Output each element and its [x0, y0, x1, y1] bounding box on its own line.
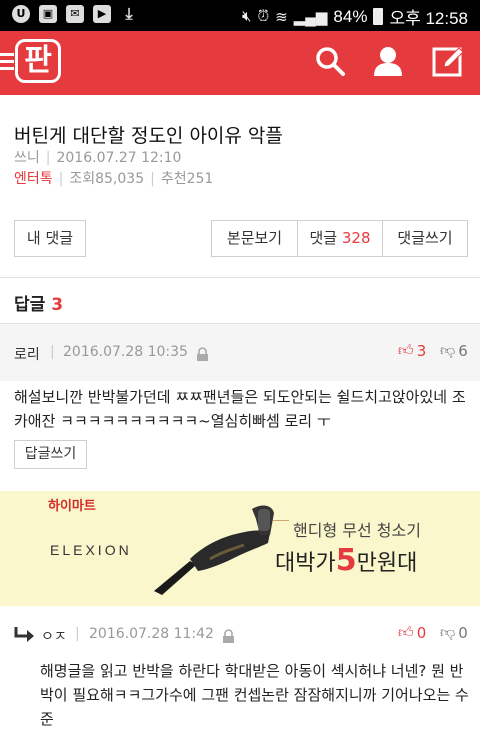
- lock-icon[interactable]: [196, 347, 209, 362]
- comments-button[interactable]: 댓글 328: [297, 221, 382, 256]
- ad-headline-pre: 대박가: [275, 551, 336, 576]
- post-recommend: 추천251: [160, 171, 214, 187]
- upvote-count: 3: [416, 341, 427, 360]
- thumbs-up-icon: 👍︎: [398, 623, 414, 641]
- meta-separator: |: [75, 626, 80, 642]
- post-meta: 쓰니 | 2016.07.27 12:10: [14, 150, 182, 166]
- post-views: 조회85,035: [69, 171, 145, 187]
- post-title: 버틴게 대단할 정도인 아이유 악플: [14, 125, 283, 147]
- write-icon[interactable]: [432, 45, 464, 77]
- ad-brand: 하이마트: [48, 499, 96, 514]
- post-action-group: 본문보기 댓글 328 댓글쓰기: [211, 220, 468, 257]
- upvote-count: 0: [416, 623, 427, 642]
- ad-product-name: ELEXION: [50, 542, 132, 558]
- pann-logo[interactable]: 판: [15, 39, 61, 83]
- upvote-button[interactable]: 👍︎ 3: [398, 341, 426, 360]
- ad-headline: 대박가5만원대: [275, 543, 417, 578]
- image-icon: ▣: [39, 5, 57, 23]
- post-author[interactable]: 쓰니: [14, 150, 40, 166]
- ad-subtitle: 핸디형 무선 청소기: [289, 517, 425, 541]
- comment-date: 2016.07.28 11:42: [89, 626, 214, 642]
- search-icon[interactable]: [314, 45, 346, 77]
- downvote-count: 6: [458, 341, 468, 360]
- notification-u-icon: U: [12, 5, 30, 23]
- lock-icon[interactable]: [222, 629, 235, 644]
- replies-heading: 답글 3: [14, 290, 63, 315]
- downvote-count: 0: [458, 623, 468, 642]
- battery-icon: [373, 8, 384, 25]
- signal-icon: ▂▄▆: [293, 8, 328, 26]
- view-post-button[interactable]: 본문보기: [212, 221, 297, 256]
- downvote-button[interactable]: 👎︎ 0: [440, 623, 468, 642]
- thumbs-up-icon: 👍︎: [398, 341, 414, 359]
- comment-author[interactable]: ㅇㅈ: [41, 626, 67, 646]
- user-icon[interactable]: [372, 45, 404, 77]
- battery-percent: 84%: [333, 6, 368, 26]
- write-comment-button[interactable]: 댓글쓰기: [382, 221, 467, 256]
- comments-count: 328: [341, 229, 371, 247]
- my-comments-button[interactable]: 내 댓글: [14, 220, 86, 257]
- youtube-icon: ▶: [93, 5, 111, 23]
- section-divider: [0, 277, 480, 278]
- comments-label: 댓글: [309, 229, 338, 247]
- ad-headline-post: 만원대: [356, 551, 418, 576]
- alarm-icon: ⏰︎: [257, 8, 270, 25]
- post-stats: 엔터톡 | 조회85,035 | 추천251: [14, 171, 214, 187]
- reply-arrow-icon: [14, 627, 34, 642]
- thumbs-down-icon: 👎︎: [440, 341, 456, 359]
- download-icon: ⤓: [125, 4, 133, 23]
- clock: 오후 12:58: [389, 9, 468, 28]
- status-bar: U ▣ ✉ ▶ ⤓ 🔇︎ ⏰︎ ≋ ▂▄▆ 84% 오후 12:58: [0, 0, 480, 31]
- app-header: 판: [0, 31, 480, 95]
- comment-header: 로리 | 2016.07.28 10:35 👍︎ 3 👎︎ 6: [0, 323, 480, 381]
- replies-label: 답글: [14, 295, 46, 315]
- mail-icon: ✉: [66, 5, 84, 23]
- ad-headline-price: 5: [335, 543, 357, 578]
- thumbs-down-icon: 👎︎: [440, 623, 456, 641]
- wifi-icon: ≋: [275, 8, 288, 26]
- comment-header: ㅇㅈ | 2016.07.28 11:42 👍︎ 0 👎︎ 0: [0, 606, 480, 664]
- mute-icon: 🔇︎: [241, 8, 252, 25]
- comment-author[interactable]: 로리: [14, 344, 40, 364]
- post-category[interactable]: 엔터톡: [14, 171, 53, 187]
- meta-separator: |: [50, 344, 55, 360]
- downvote-button[interactable]: 👎︎ 6: [440, 341, 468, 360]
- replies-count: 3: [51, 295, 64, 315]
- advertisement-banner[interactable]: 하이마트 ELEXION 핸디형 무선 청소기 대박가5만원대: [0, 491, 480, 606]
- post-date: 2016.07.27 12:10: [56, 150, 182, 166]
- comment-body: 해명글을 읽고 반박을 하란다 학대받은 아동이 섹시허냐 너넨? 뭔 반박이 …: [40, 662, 469, 728]
- menu-icon[interactable]: [0, 53, 14, 74]
- vacuum-cleaner-image: [154, 505, 274, 595]
- comment-body: 해설보니깐 반박불가던데 ㅉㅉ팬년들은 되도안되는 쉴드치고앉아있네 조카애잔 …: [14, 388, 466, 430]
- comment-date: 2016.07.28 10:35: [63, 344, 188, 360]
- write-reply-button[interactable]: 답글쓰기: [14, 440, 87, 469]
- upvote-button[interactable]: 👍︎ 0: [398, 623, 426, 642]
